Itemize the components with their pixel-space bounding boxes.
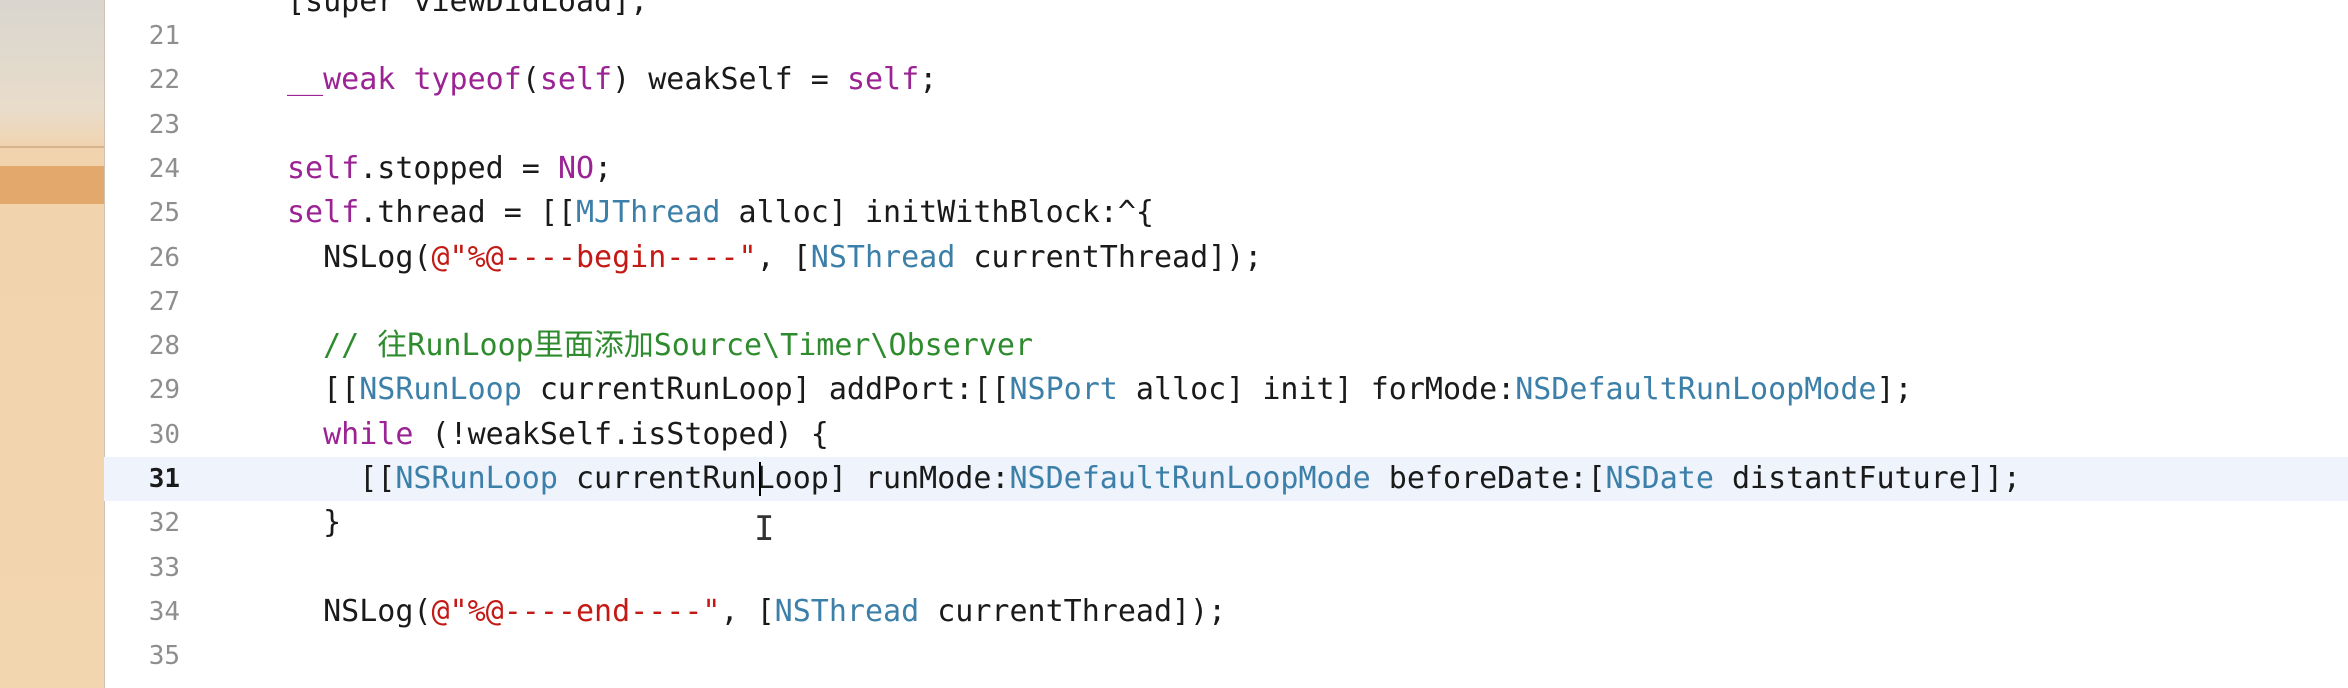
code-line[interactable]: 21: [104, 14, 2348, 58]
code-line[interactable]: 27: [104, 280, 2348, 324]
code-editor[interactable]: [super viewDidLoad]; 21 22 __weak typeof(s…: [104, 0, 2348, 688]
code-text: while (!weakSelf.isStoped) {: [287, 413, 829, 457]
class-token: NSRunLoop: [359, 372, 522, 408]
code-token: alloc] initWithBlock:^{: [720, 195, 1154, 231]
text-caret: [759, 462, 761, 496]
code-token: distantFuture]];: [1713, 461, 2021, 496]
code-text: // 往RunLoop里面添加Source\Timer\Observer: [287, 324, 1033, 368]
class-token: MJThread: [576, 195, 721, 231]
code-line[interactable]: 31 [[NSRunLoop currentRunLoop] runMode:N…: [104, 457, 2348, 501]
code-token: , [: [720, 593, 775, 629]
ibeam-cursor-icon: I: [754, 509, 775, 549]
code-line[interactable]: 35: [104, 634, 2348, 678]
class-token: NSDate: [1605, 461, 1714, 496]
keyword-token: __weak: [287, 62, 396, 98]
code-line[interactable]: 33: [104, 546, 2348, 590]
code-text: [[NSRunLoop currentRunLoop] addPort:[[NS…: [287, 368, 1913, 412]
line-number: 31: [148, 464, 180, 494]
code-token: ;: [919, 62, 938, 98]
code-token: (: [521, 62, 540, 98]
line-number: 27: [148, 286, 180, 317]
class-token: NSRunLoop: [395, 461, 558, 496]
keyword-token: self: [287, 150, 360, 186]
class-token: NSThread: [774, 593, 920, 629]
line-number: 21: [148, 21, 180, 51]
code-token: [[: [287, 372, 360, 408]
keyword-token: while: [287, 416, 414, 452]
keyword-token: NO: [557, 150, 595, 186]
code-token: }: [287, 505, 342, 541]
keyword-token: self: [539, 62, 613, 98]
code-token: [[: [287, 461, 396, 496]
line-number: 30: [148, 419, 180, 450]
string-token: @"%@----begin----": [431, 239, 757, 275]
code-line[interactable]: 29 [[NSRunLoop currentRunLoop] addPort:[…: [104, 368, 2348, 412]
keyword-token: self: [287, 195, 360, 231]
code-token: , [: [756, 239, 811, 275]
code-line[interactable]: 34 NSLog(@"%@----end----", [NSThread cur…: [104, 590, 2348, 634]
line-number: 28: [148, 331, 180, 362]
code-token: (!weakSelf.isStoped) {: [413, 416, 829, 452]
line-number: 23: [148, 109, 180, 140]
code-token: beforeDate:[: [1370, 461, 1606, 496]
line-number: 29: [148, 375, 180, 406]
class-token: NSDefaultRunLoopMode: [1515, 372, 1877, 408]
line-number: 34: [148, 596, 180, 627]
code-token: currentThread]);: [919, 593, 1227, 629]
code-token: ;: [594, 150, 613, 186]
code-text: }: [287, 501, 341, 545]
line-number: 32: [148, 508, 180, 539]
code-line[interactable]: 32 }: [104, 501, 2348, 545]
code-token: currentThread]);: [955, 239, 1263, 275]
code-token: ];: [1876, 372, 1913, 408]
code-token: NSLog(: [287, 239, 432, 275]
code-token: alloc] init] forMode:: [1117, 372, 1516, 408]
line-number: 25: [148, 198, 180, 229]
code-line[interactable]: 25 self.thread = [[MJThread alloc] initWi…: [104, 191, 2348, 235]
code-token: currentRunLoop] addPort:[[: [521, 372, 1010, 408]
sidebar-selected-row[interactable]: [0, 166, 104, 204]
line-number: 33: [148, 552, 180, 583]
code-line[interactable]: 28 // 往RunLoop里面添加Source\Timer\Observer: [104, 324, 2348, 368]
code-line[interactable]: 30 while (!weakSelf.isStoped) {: [104, 413, 2348, 457]
code-line[interactable]: 23: [104, 103, 2348, 147]
line-number: 26: [148, 242, 180, 273]
class-token: NSThread: [810, 239, 956, 275]
code-line[interactable]: 24 self.stopped = NO;: [104, 147, 2348, 191]
code-token: .stopped =: [359, 150, 558, 186]
code-text: __weak typeof(self) weakSelf = self;: [287, 58, 937, 102]
code-token: currentRunLoop] runMode:: [557, 461, 1010, 496]
sidebar-divider: [0, 146, 104, 148]
code-token: .thread = [[: [359, 195, 576, 231]
line-number: 22: [148, 65, 180, 96]
code-text: [[NSRunLoop currentRunLoop] runMode:NSDe…: [287, 457, 2021, 501]
code-token: ) weakSelf =: [612, 62, 847, 98]
keyword-token: typeof: [413, 62, 522, 98]
code-text: self.stopped = NO;: [287, 147, 612, 191]
code-line[interactable]: 22 __weak typeof(self) weakSelf = self;: [104, 58, 2348, 102]
comment-token: // 往RunLoop里面添加Source\Timer\Observer: [287, 328, 1034, 364]
line-number: 35: [148, 641, 180, 672]
string-token: @"%@----end----": [431, 593, 721, 629]
class-token: NSDefaultRunLoopMode: [1009, 461, 1371, 496]
code-text: self.thread = [[MJThread alloc] initWith…: [287, 191, 1154, 235]
code-line[interactable]: 26 NSLog(@"%@----begin----", [NSThread c…: [104, 236, 2348, 280]
code-text: NSLog(@"%@----end----", [NSThread curren…: [287, 590, 1226, 634]
class-token: NSPort: [1009, 372, 1118, 408]
code-text: NSLog(@"%@----begin----", [NSThread curr…: [287, 236, 1262, 280]
line-number: 24: [148, 153, 180, 184]
navigator-sidebar: [0, 0, 105, 688]
keyword-token: self: [846, 62, 920, 98]
code-token: NSLog(: [287, 593, 432, 629]
